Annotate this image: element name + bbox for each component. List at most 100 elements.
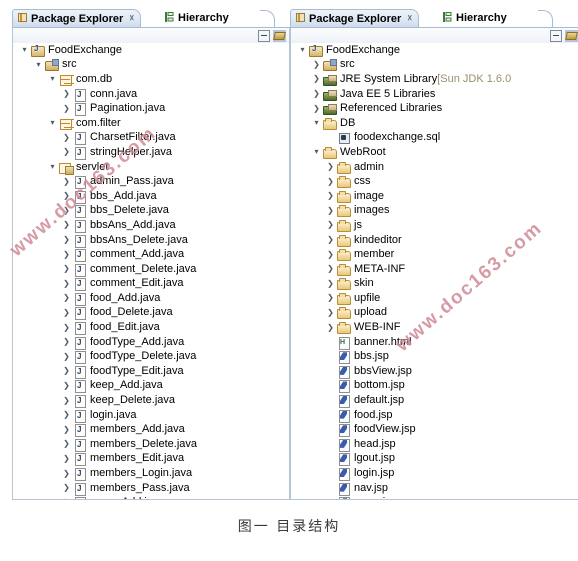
tree-row[interactable]: ❯ food_Edit.java [13,320,289,336]
chevron-right-icon[interactable]: ❯ [325,192,336,200]
tree-row[interactable]: ▾ com.db [13,72,289,87]
chevron-right-icon[interactable]: ❯ [61,484,72,492]
chevron-right-icon[interactable]: ❯ [61,104,72,113]
chevron-right-icon[interactable]: ❯ [61,440,72,448]
chevron-right-icon[interactable]: ❯ [61,177,72,186]
tree-row[interactable]: news.jsp [291,495,578,499]
tree-row[interactable]: ▾ FoodExchange [13,43,289,58]
chevron-right-icon[interactable]: ❯ [61,221,72,229]
tree-row[interactable]: ❯ kindeditor [291,233,578,248]
chevron-right-icon[interactable]: ❯ [325,250,336,259]
chevron-right-icon[interactable]: ❯ [61,425,72,434]
tree-row[interactable]: ❯ members_Add.java [13,422,289,438]
chevron-right-icon[interactable]: ❯ [61,90,72,98]
tree-row[interactable]: ❯ Referenced Libraries [291,101,578,116]
chevron-right-icon[interactable]: ❯ [61,192,72,200]
tree-row[interactable]: ❯ news_Add.java [13,495,289,499]
chevron-down-icon[interactable]: ▾ [297,46,308,54]
tab-package-explorer[interactable]: Package Explorer ☓ [12,9,142,27]
tree-row[interactable]: ❯ food_Delete.java [13,306,289,321]
close-icon[interactable]: ☓ [407,13,412,24]
chevron-right-icon[interactable]: ❯ [61,133,72,142]
project-tree-left[interactable]: ▾ FoodExchange ▾ src ▾ com.db ❯ conn.java ❯ Pagin… [12,43,290,500]
tree-row[interactable]: default.jsp [291,393,578,409]
tree-row[interactable]: ❯ upfile [291,291,578,306]
tree-row[interactable]: ▾ com.filter [13,116,289,131]
tree-row[interactable]: foodView.jsp [291,422,578,438]
collapse-all-button[interactable] [257,29,270,42]
chevron-right-icon[interactable]: ❯ [311,60,322,69]
chevron-down-icon[interactable]: ▾ [47,75,58,83]
tree-row[interactable]: ❯ login.java [13,408,289,423]
tree-row[interactable]: ❯ foodType_Add.java [13,335,289,350]
tree-row[interactable]: ❯ CharsetFilter.java [13,131,289,146]
tree-row[interactable]: food.jsp [291,408,578,423]
tree-row[interactable]: ❯ bbsAns_Delete.java [13,233,289,248]
tree-row[interactable]: ❯ admin_Pass.java [13,174,289,190]
chevron-down-icon[interactable]: ▾ [19,46,30,54]
tree-row[interactable]: ❯ bbs_Delete.java [13,204,289,219]
chevron-right-icon[interactable]: ❯ [61,148,72,156]
tree-row[interactable]: foodexchange.sql [291,131,578,146]
chevron-right-icon[interactable]: ❯ [61,265,72,273]
tree-row[interactable]: ❯ members_Edit.java [13,452,289,467]
chevron-right-icon[interactable]: ❯ [325,279,336,288]
tree-row[interactable]: ❯ stringHelper.java [13,145,289,160]
tree-row[interactable]: ▾ DB [291,116,578,131]
chevron-right-icon[interactable]: ❯ [61,308,72,317]
tree-row[interactable]: ❯ src [291,58,578,73]
tree-row[interactable]: ❯ bbsAns_Add.java [13,218,289,233]
link-with-editor-button[interactable] [565,29,578,42]
tree-row[interactable]: ❯ image [291,189,578,204]
tree-row[interactable]: ❯ bbs_Add.java [13,189,289,204]
chevron-right-icon[interactable]: ❯ [325,177,336,186]
chevron-down-icon[interactable]: ▾ [33,60,44,69]
tree-row[interactable]: ❯ member [291,247,578,262]
chevron-right-icon[interactable]: ❯ [61,396,72,405]
collapse-all-button[interactable] [549,29,562,42]
tree-row[interactable]: ❯ upload [291,306,578,321]
tree-row[interactable]: ▾ WebRoot [291,145,578,160]
chevron-right-icon[interactable]: ❯ [325,294,336,302]
tree-row[interactable]: nav.jsp [291,481,578,496]
chevron-right-icon[interactable]: ❯ [311,90,322,98]
chevron-right-icon[interactable]: ❯ [61,206,72,215]
tree-row[interactable]: ❯ Java EE 5 Libraries [291,87,578,102]
tree-row[interactable]: ❯ META-INF [291,262,578,277]
tab-hierarchy[interactable]: Hierarchy [438,9,513,27]
chevron-right-icon[interactable]: ❯ [61,381,72,390]
tree-row[interactable]: ❯ Pagination.java [13,101,289,117]
tree-row[interactable]: ❯ keep_Add.java [13,379,289,394]
tree-row[interactable]: ❯ members_Login.java [13,466,289,482]
close-icon[interactable]: ☓ [129,13,134,24]
chevron-down-icon[interactable]: ▾ [47,163,58,171]
tree-row[interactable]: ❯ js [291,218,578,233]
chevron-right-icon[interactable]: ❯ [61,352,72,361]
tree-row[interactable]: banner.html [291,335,578,350]
chevron-right-icon[interactable]: ❯ [61,323,72,332]
chevron-right-icon[interactable]: ❯ [61,367,72,375]
tree-row[interactable]: lgout.jsp [291,452,578,467]
tree-row[interactable]: ▾ servlet [13,160,289,175]
chevron-right-icon[interactable]: ❯ [61,250,72,259]
tree-row[interactable]: ❯ css [291,174,578,189]
tree-row[interactable]: ❯ admin [291,160,578,175]
chevron-right-icon[interactable]: ❯ [325,163,336,171]
tree-row[interactable]: ❯ comment_Add.java [13,247,289,263]
chevron-down-icon[interactable]: ▾ [47,119,58,127]
tree-row[interactable]: login.jsp [291,466,578,482]
chevron-right-icon[interactable]: ❯ [61,454,72,463]
chevron-right-icon[interactable]: ❯ [61,498,72,499]
tree-row[interactable]: ❯ images [291,204,578,219]
chevron-right-icon[interactable]: ❯ [61,411,72,419]
chevron-down-icon[interactable]: ▾ [311,119,322,127]
tree-row[interactable]: ❯ skin [291,277,578,292]
chevron-right-icon[interactable]: ❯ [61,279,72,288]
tree-row[interactable]: ❯ foodType_Delete.java [13,349,289,365]
tree-row[interactable]: ▾ FoodExchange [291,43,578,58]
tree-row[interactable]: ❯ JRE System Library [Sun JDK 1.6.0 [291,72,578,87]
tree-row[interactable]: bbs.jsp [291,349,578,365]
chevron-right-icon[interactable]: ❯ [311,104,322,113]
project-tree-right[interactable]: ▾ FoodExchange ❯ src ❯ JRE System Library [Su… [290,43,578,500]
tree-row[interactable]: ❯ food_Add.java [13,291,289,306]
